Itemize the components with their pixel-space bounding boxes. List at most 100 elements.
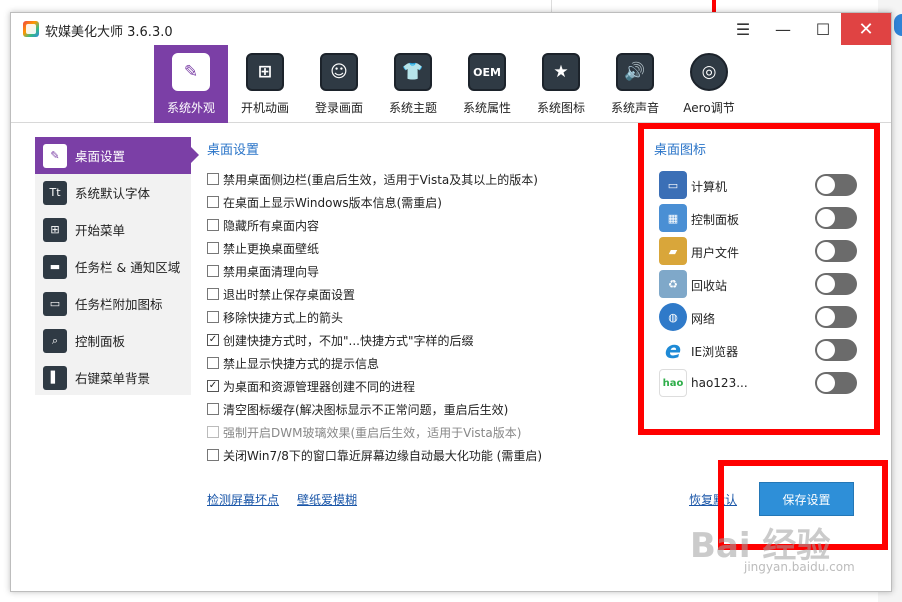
option-clear-icon-cache[interactable]: 清空图标缓存(解决图标显示不正常问题，重启后生效) bbox=[207, 400, 508, 418]
option-label: 关闭Win7/8下的窗口靠近屏幕边缘自动最大化功能 (需重启) bbox=[223, 448, 543, 463]
tab-system-icons[interactable]: ★ 系统图标 bbox=[524, 45, 598, 123]
sidebar-item-label: 任务栏 & 通知区域 bbox=[75, 260, 181, 275]
main-toolbar: ✎ 系统外观 ⊞ 开机动画 ☺ 登录画面 👕 系统主题 OEM 系统属性 ★ 系… bbox=[11, 45, 891, 123]
menu-button[interactable]: ☰ bbox=[723, 13, 763, 45]
option-no-save-on-exit[interactable]: 退出时禁止保存桌面设置 bbox=[207, 285, 355, 303]
tab-label: 系统主题 bbox=[388, 101, 437, 115]
option-show-windows-version[interactable]: 在桌面上显示Windows版本信息(需重启) bbox=[207, 193, 442, 211]
sidebar-item-label: 任务栏附加图标 bbox=[75, 297, 163, 312]
taskbar-addon-icon: ▭ bbox=[43, 291, 67, 316]
option-label: 清空图标缓存(解决图标显示不正常问题，重启后生效) bbox=[223, 402, 509, 417]
background-red-mark bbox=[712, 0, 716, 12]
option-hide-desktop[interactable]: 隐藏所有桌面内容 bbox=[207, 216, 319, 234]
checkbox[interactable] bbox=[207, 288, 219, 300]
aero-circle-icon: ◎ bbox=[690, 53, 728, 91]
app-logo-icon bbox=[23, 21, 39, 37]
tab-label: 系统外观 bbox=[166, 101, 215, 115]
sidebar-item-desktop-settings[interactable]: ✎ 桌面设置 bbox=[35, 137, 199, 174]
option-lock-wallpaper[interactable]: 禁止更换桌面壁纸 bbox=[207, 239, 319, 257]
sidebar-item-label: 控制面板 bbox=[75, 334, 126, 349]
sidebar: ✎ 桌面设置 Tt 系统默认字体 ⊞ 开始菜单 ▬ 任务栏 & 通知区域 ▭ 任… bbox=[35, 137, 199, 396]
sidebar-item-taskbar[interactable]: ▬ 任务栏 & 通知区域 bbox=[35, 248, 191, 285]
sidebar-item-start-menu[interactable]: ⊞ 开始菜单 bbox=[35, 211, 191, 248]
context-menu-icon: ▌ bbox=[43, 365, 67, 390]
option-label: 在桌面上显示Windows版本信息(需重启) bbox=[223, 195, 442, 210]
check-screen-link[interactable]: 检测屏幕坏点 bbox=[207, 491, 279, 508]
checkbox[interactable] bbox=[207, 196, 219, 208]
star-icon: ★ bbox=[542, 53, 580, 91]
tab-boot-animation[interactable]: ⊞ 开机动画 bbox=[228, 45, 302, 123]
option-separate-process[interactable]: ✓ 为桌面和资源管理器创建不同的进程 bbox=[207, 377, 415, 395]
option-label: 禁用桌面清理向导 bbox=[223, 264, 320, 279]
sidebar-item-default-font[interactable]: Tt 系统默认字体 bbox=[35, 174, 191, 211]
option-label: 隐藏所有桌面内容 bbox=[223, 218, 320, 233]
option-disable-cleanup-wizard[interactable]: 禁用桌面清理向导 bbox=[207, 262, 319, 280]
option-force-dwm: 强制开启DWM玻璃效果(重启后生效，适用于Vista版本) bbox=[207, 423, 521, 441]
checkbox[interactable] bbox=[207, 265, 219, 277]
tab-label: 登录画面 bbox=[314, 101, 363, 115]
checkbox[interactable] bbox=[207, 173, 219, 185]
option-label: 禁用桌面侧边栏(重启后生效，适用于Vista及其以上的版本) bbox=[223, 172, 538, 187]
checkbox[interactable] bbox=[207, 242, 219, 254]
option-label: 强制开启DWM玻璃效果(重启后生效，适用于Vista版本) bbox=[223, 425, 522, 440]
app-title: 软媒美化大师 3.6.3.0 bbox=[45, 25, 173, 40]
section-title-desktop-settings: 桌面设置 bbox=[207, 143, 260, 158]
speaker-icon: 🔊 bbox=[616, 53, 654, 91]
checkbox-disabled bbox=[207, 426, 219, 438]
annotation-box-desktop-icons bbox=[638, 123, 880, 435]
background-blue-dot bbox=[894, 14, 902, 36]
tab-system-appearance[interactable]: ✎ 系统外观 bbox=[154, 45, 228, 123]
brush-icon: ✎ bbox=[172, 53, 210, 91]
option-label: 退出时禁止保存桌面设置 bbox=[223, 287, 356, 302]
maximize-button[interactable]: ☐ bbox=[803, 13, 843, 45]
option-disable-aero-snap[interactable]: 关闭Win7/8下的窗口靠近屏幕边缘自动最大化功能 (需重启) bbox=[207, 446, 542, 464]
option-label: 为桌面和资源管理器创建不同的进程 bbox=[223, 379, 416, 394]
tab-system-sound[interactable]: 🔊 系统声音 bbox=[598, 45, 672, 123]
tab-system-theme[interactable]: 👕 系统主题 bbox=[376, 45, 450, 123]
option-label: 移除快捷方式上的箭头 bbox=[223, 310, 344, 325]
tab-label: 开机动画 bbox=[240, 101, 289, 115]
baidu-watermark-url: jingyan.baidu.com bbox=[744, 560, 855, 574]
tab-login-screen[interactable]: ☺ 登录画面 bbox=[302, 45, 376, 123]
tab-label: 系统图标 bbox=[536, 101, 585, 115]
checkbox[interactable] bbox=[207, 357, 219, 369]
option-label: 创建快捷方式时，不加"...快捷方式"字样的后缀 bbox=[223, 333, 474, 348]
checkbox[interactable] bbox=[207, 311, 219, 323]
close-button[interactable]: ✕ bbox=[841, 13, 891, 45]
wallpaper-blur-link[interactable]: 壁纸爱模糊 bbox=[297, 491, 357, 508]
wrench-icon: ✎ bbox=[43, 143, 67, 168]
background-divider bbox=[551, 0, 552, 12]
checkbox-checked[interactable]: ✓ bbox=[207, 380, 219, 392]
sidebar-item-label: 桌面设置 bbox=[75, 149, 126, 164]
user-portrait-icon: ☺ bbox=[320, 53, 358, 91]
option-no-shortcut-suffix[interactable]: ✓ 创建快捷方式时，不加"...快捷方式"字样的后缀 bbox=[207, 331, 473, 349]
windows-logo-icon: ⊞ bbox=[246, 53, 284, 91]
tab-label: 系统属性 bbox=[462, 101, 511, 115]
sidebar-item-label: 系统默认字体 bbox=[75, 186, 151, 201]
start-menu-icon: ⊞ bbox=[43, 217, 67, 242]
minimize-button[interactable]: — bbox=[763, 13, 803, 45]
tshirt-icon: 👕 bbox=[394, 53, 432, 91]
sidebar-item-taskbar-addon[interactable]: ▭ 任务栏附加图标 bbox=[35, 285, 191, 322]
option-no-shortcut-tooltip[interactable]: 禁止显示快捷方式的提示信息 bbox=[207, 354, 379, 372]
checkbox[interactable] bbox=[207, 403, 219, 415]
checkbox[interactable] bbox=[207, 449, 219, 461]
sidebar-item-control-panel[interactable]: ⌕ 控制面板 bbox=[35, 322, 191, 359]
checkbox-checked[interactable]: ✓ bbox=[207, 334, 219, 346]
sidebar-item-label: 右键菜单背景 bbox=[75, 371, 151, 386]
option-disable-sidebar[interactable]: 禁用桌面侧边栏(重启后生效，适用于Vista及其以上的版本) bbox=[207, 170, 538, 188]
checkbox[interactable] bbox=[207, 219, 219, 231]
option-remove-shortcut-arrow[interactable]: 移除快捷方式上的箭头 bbox=[207, 308, 343, 326]
tab-aero[interactable]: ◎ Aero调节 bbox=[672, 45, 746, 123]
tab-system-properties[interactable]: OEM 系统属性 bbox=[450, 45, 524, 123]
option-label: 禁止更换桌面壁纸 bbox=[223, 241, 320, 256]
sidebar-item-context-menu-bg[interactable]: ▌ 右键菜单背景 bbox=[35, 359, 191, 396]
oem-icon: OEM bbox=[468, 53, 506, 91]
option-label: 禁止显示快捷方式的提示信息 bbox=[223, 356, 380, 371]
title-bar: 软媒美化大师 3.6.3.0 ☰ — ☐ ✕ bbox=[11, 13, 891, 45]
font-icon: Tt bbox=[43, 180, 67, 205]
tab-label: 系统声音 bbox=[610, 101, 659, 115]
taskbar-icon: ▬ bbox=[43, 254, 67, 279]
sidebar-item-label: 开始菜单 bbox=[75, 223, 126, 238]
tab-label: Aero调节 bbox=[683, 101, 735, 115]
